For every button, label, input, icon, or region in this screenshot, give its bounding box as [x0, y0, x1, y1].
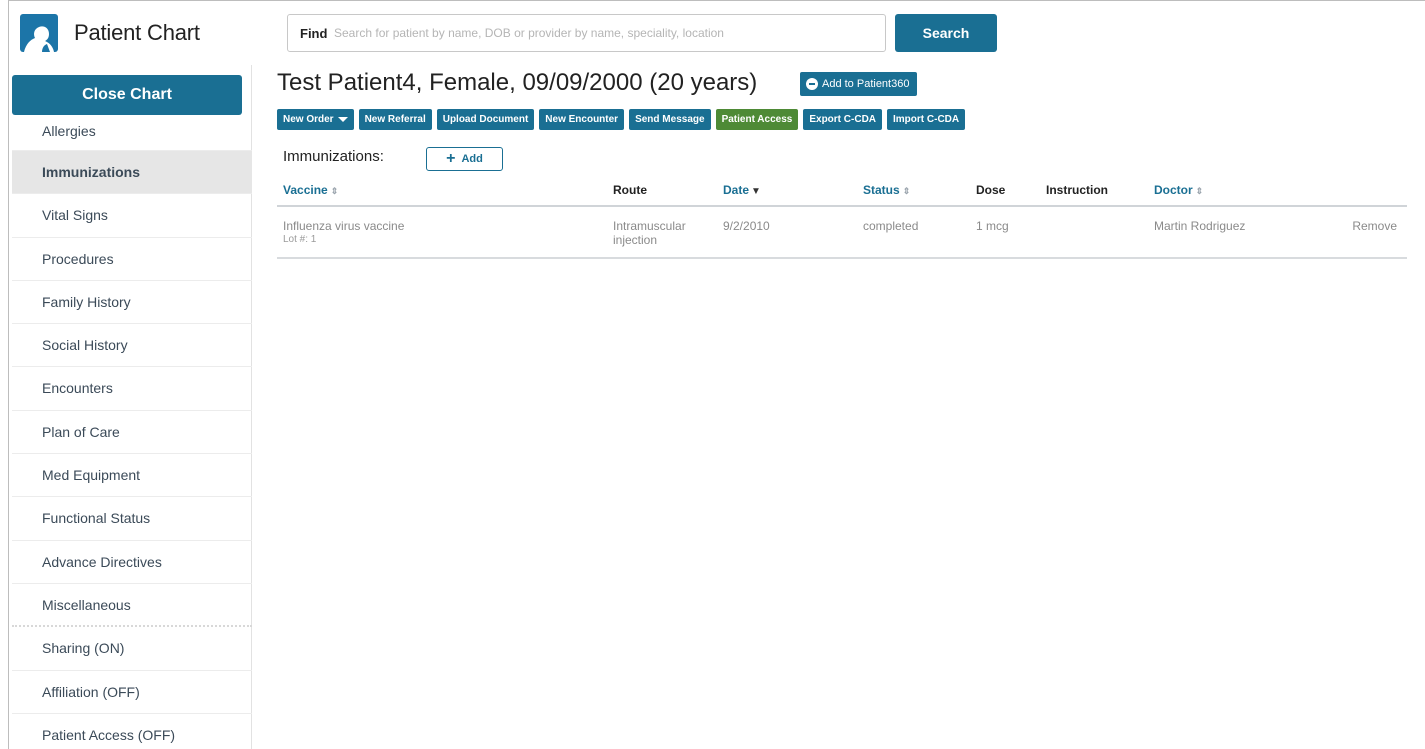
sort-icon: ⇕ [330, 186, 339, 196]
cell-vaccine: Influenza virus vaccine Lot #: 1 [277, 206, 607, 259]
sidebar-item-plan-of-care[interactable]: Plan of Care [12, 411, 252, 455]
search-box: Find [287, 14, 886, 52]
search-label: Find [300, 26, 328, 41]
sidebar-item-vital-signs[interactable]: Vital Signs [12, 194, 252, 238]
sidebar-item-family-history[interactable]: Family History [12, 281, 252, 325]
cell-status: completed [857, 206, 970, 259]
sidebar-item-sharing[interactable]: Sharing (ON) [12, 627, 252, 671]
add-immunization-button[interactable]: + Add [426, 147, 503, 171]
patient-chart-logo-icon [20, 14, 58, 52]
cell-doctor: Martin Rodriguez [1148, 206, 1318, 259]
add-to-patient360-button[interactable]: Add to Patient360 [800, 72, 918, 96]
column-header-actions [1318, 175, 1407, 207]
vaccine-lot: Lot #: 1 [283, 234, 317, 245]
sidebar-item-advance-directives[interactable]: Advance Directives [12, 541, 252, 584]
sidebar-item-procedures[interactable]: Procedures [12, 238, 252, 281]
route-line-1: Intramuscular [613, 219, 686, 233]
search-input[interactable] [334, 19, 879, 47]
chevron-down-icon [337, 117, 348, 122]
sidebar-item-social-history[interactable]: Social History [12, 324, 252, 368]
route-line-2: injection [613, 233, 658, 247]
sidebar-item-immunizations[interactable]: Immunizations [12, 151, 252, 195]
sidebar: Close Chart Allergies Immunizations Vita… [8, 65, 252, 749]
sidebar-item-med-equipment[interactable]: Med Equipment [12, 454, 252, 498]
sort-icon: ⇕ [902, 186, 911, 196]
patient-title: Test Patient4, Female, 09/09/2000 (20 ye… [277, 69, 758, 96]
new-referral-button[interactable]: New Referral [358, 109, 432, 130]
immunizations-table: Vaccine ⇕ Route Date ▼ Status ⇕ Dose Instru… [277, 175, 1407, 259]
column-header-instruction: Instruction [1040, 175, 1148, 207]
new-order-label: New Order [283, 114, 334, 125]
sidebar-item-patient-access[interactable]: Patient Access (OFF) [12, 714, 252, 749]
plus-icon: + [446, 150, 456, 167]
new-order-button[interactable]: New Order [277, 109, 354, 130]
add-label: Add [461, 153, 483, 165]
search-button[interactable]: Search [895, 14, 997, 52]
sidebar-item-functional-status[interactable]: Functional Status [12, 497, 252, 541]
column-header-date[interactable]: Date ▼ [717, 175, 857, 207]
immunizations-heading: Immunizations: [283, 148, 384, 165]
remove-link[interactable]: Remove [1318, 206, 1407, 259]
cell-instruction [1040, 206, 1148, 259]
app-title: Patient Chart [74, 20, 200, 45]
upload-document-button[interactable]: Upload Document [436, 109, 535, 130]
vaccine-name: Influenza virus vaccine [283, 219, 405, 233]
import-ccda-button[interactable]: Import C-CDA [887, 109, 966, 130]
sidebar-nav: Allergies Immunizations Vital Signs Proc… [12, 111, 252, 749]
column-header-dose: Dose [970, 175, 1040, 207]
sidebar-item-encounters[interactable]: Encounters [12, 367, 252, 411]
patient-access-button[interactable]: Patient Access [715, 109, 799, 130]
sidebar-item-miscellaneous[interactable]: Miscellaneous [12, 584, 252, 628]
close-chart-button[interactable]: Close Chart [12, 75, 242, 115]
column-header-route: Route [607, 175, 717, 207]
patient360-icon [806, 78, 818, 90]
export-ccda-button[interactable]: Export C-CDA [803, 109, 883, 130]
table-header-row: Vaccine ⇕ Route Date ▼ Status ⇕ Dose Instru… [277, 175, 1407, 207]
add-to-patient360-label: Add to Patient360 [822, 78, 910, 90]
action-toolbar: New Order New Referral Upload Document N… [277, 109, 966, 130]
cell-route: Intramuscular injection [607, 206, 717, 259]
send-message-button[interactable]: Send Message [629, 109, 711, 130]
column-header-status[interactable]: Status ⇕ [857, 175, 970, 207]
new-encounter-button[interactable]: New Encounter [539, 109, 625, 130]
sort-desc-icon: ▼ [751, 186, 761, 197]
sort-icon: ⇕ [1195, 186, 1204, 196]
column-header-doctor[interactable]: Doctor ⇕ [1148, 175, 1318, 207]
cell-dose: 1 mcg [970, 206, 1040, 259]
sidebar-item-affiliation[interactable]: Affiliation (OFF) [12, 671, 252, 714]
cell-date: 9/2/2010 [717, 206, 857, 259]
column-header-vaccine[interactable]: Vaccine ⇕ [277, 175, 607, 207]
top-bar: Patient Chart Find Search [8, 0, 1425, 65]
table-row: Influenza virus vaccine Lot #: 1 Intramu… [277, 206, 1407, 259]
sidebar-item-allergies[interactable]: Allergies [12, 111, 252, 151]
